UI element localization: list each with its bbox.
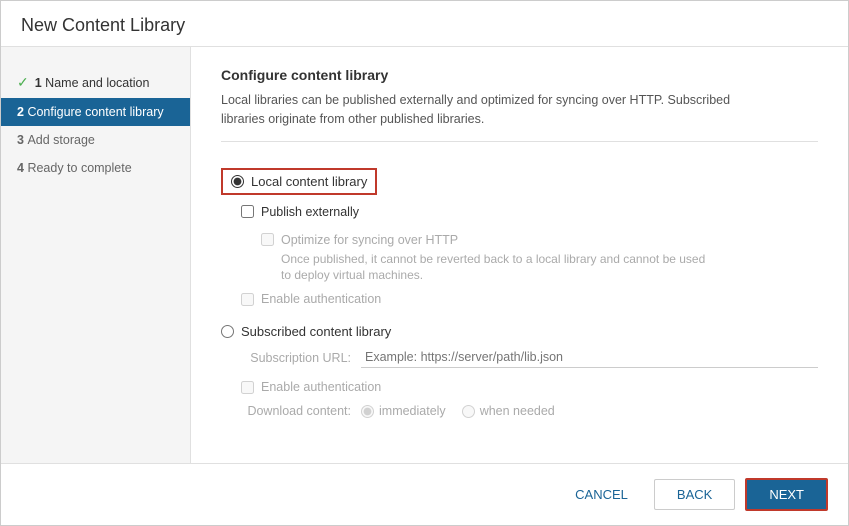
subscribed-sub-options: Enable authentication <box>241 376 818 398</box>
subscribed-library-label[interactable]: Subscribed content library <box>221 324 818 339</box>
cancel-button[interactable]: CANCEL <box>559 480 644 509</box>
step-2: 2 Configure content library <box>1 98 190 126</box>
subscription-url-input[interactable] <box>361 347 818 368</box>
step-3-label: 3 Add storage <box>17 133 95 147</box>
local-library-radio-box: Local content library <box>221 168 377 195</box>
new-content-library-dialog: New Content Library ✓ 1 Name and locatio… <box>0 0 849 526</box>
publish-sub-options: Optimize for syncing over HTTP Once publ… <box>261 229 818 285</box>
enable-auth-local-checkbox[interactable] <box>241 293 254 306</box>
steps-panel: ✓ 1 Name and location 2 Configure conten… <box>1 47 191 463</box>
next-button[interactable]: NEXT <box>745 478 828 511</box>
immediately-option[interactable]: immediately <box>361 404 446 418</box>
optimize-http-checkbox[interactable] <box>261 233 274 246</box>
enable-auth-local-row: Enable authentication <box>241 288 818 310</box>
section-description: Local libraries can be published externa… <box>221 91 818 142</box>
step-3: 3 Add storage <box>1 126 190 154</box>
local-library-group: Local content library Publish externally… <box>221 168 818 311</box>
when-needed-radio[interactable] <box>462 405 475 418</box>
section-title: Configure content library <box>221 67 818 83</box>
local-library-label[interactable]: Local content library <box>221 168 818 195</box>
optimize-http-row: Optimize for syncing over HTTP <box>261 229 818 251</box>
download-content-row: Download content: immediately when neede… <box>241 404 818 418</box>
immediately-radio[interactable] <box>361 405 374 418</box>
check-icon: ✓ <box>17 74 29 91</box>
subscription-url-row: Subscription URL: <box>241 347 818 368</box>
local-library-radio[interactable] <box>231 175 244 188</box>
download-content-label: Download content: <box>241 404 351 418</box>
publish-externally-checkbox[interactable] <box>241 205 254 218</box>
enable-auth-sub-row: Enable authentication <box>241 376 818 398</box>
enable-auth-sub-checkbox[interactable] <box>241 381 254 394</box>
dialog-header: New Content Library <box>1 1 848 47</box>
dialog-body: ✓ 1 Name and location 2 Configure conten… <box>1 47 848 463</box>
step-2-label: 2 Configure content library <box>17 105 164 119</box>
when-needed-option[interactable]: when needed <box>462 404 555 418</box>
step-1-label: 1 Name and location <box>35 76 150 90</box>
download-options: immediately when needed <box>361 404 555 418</box>
options-area: Local content library Publish externally… <box>221 158 818 429</box>
subscription-url-label: Subscription URL: <box>241 351 351 365</box>
subscribed-library-radio[interactable] <box>221 325 234 338</box>
step-4: 4 Ready to complete <box>1 154 190 182</box>
main-content: Configure content library Local librarie… <box>191 47 848 463</box>
back-button[interactable]: BACK <box>654 479 735 510</box>
publish-externally-row: Publish externally <box>241 201 818 223</box>
subscribed-library-group: Subscribed content library Subscription … <box>221 324 818 418</box>
local-sub-options: Publish externally Optimize for syncing … <box>241 201 818 311</box>
dialog-title: New Content Library <box>21 15 828 36</box>
optimize-note: Once published, it cannot be reverted ba… <box>281 251 818 285</box>
step-1: ✓ 1 Name and location <box>1 67 190 98</box>
step-4-label: 4 Ready to complete <box>17 161 132 175</box>
dialog-footer: CANCEL BACK NEXT <box>1 463 848 525</box>
